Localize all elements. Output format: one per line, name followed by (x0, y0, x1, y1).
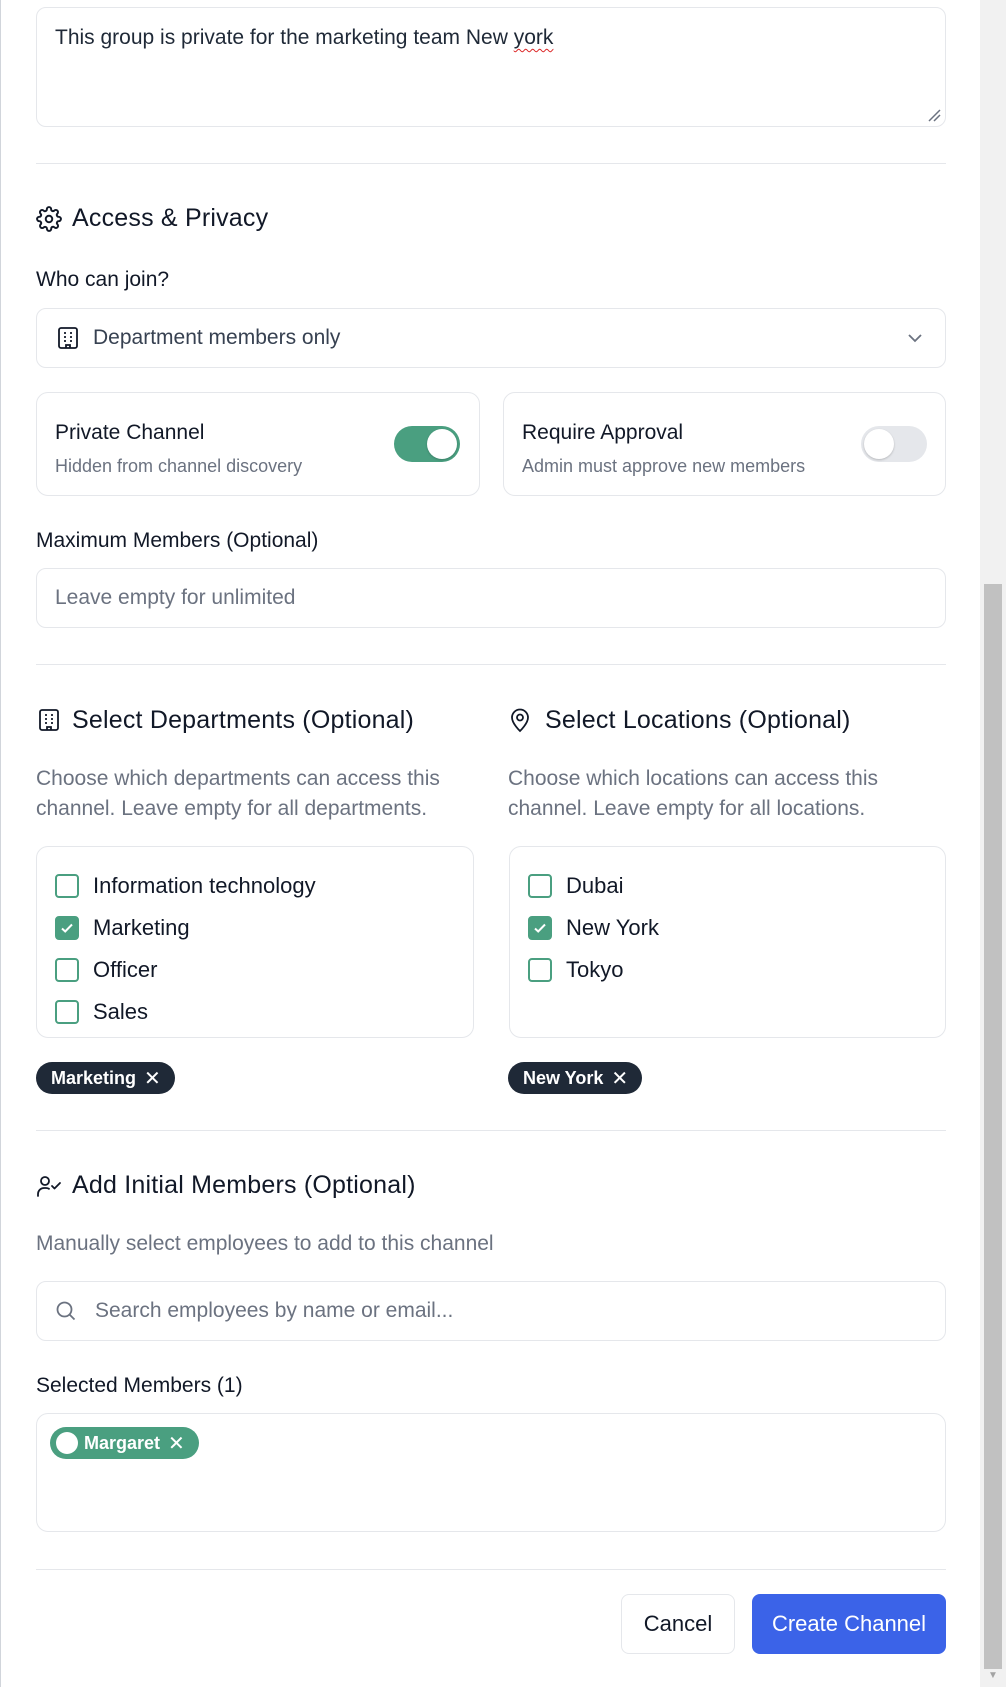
departments-checklist: Information technology Marketing Officer… (36, 846, 474, 1038)
department-option-sales[interactable]: Sales (55, 991, 455, 1033)
divider (36, 1130, 946, 1131)
require-approval-subtitle: Admin must approve new members (522, 456, 806, 476)
member-chip-margaret: Margaret ✕ (50, 1427, 199, 1459)
location-chip-new-york: New York ✕ (508, 1062, 643, 1094)
description-misspelled-word: york (513, 26, 554, 49)
locations-title: Select Locations (Optional) (545, 706, 851, 734)
checkbox-checked[interactable] (55, 916, 79, 940)
scroll-down-arrow-icon[interactable]: ▼ (984, 1668, 1002, 1684)
private-channel-toggle[interactable] (394, 426, 460, 462)
members-title: Add Initial Members (Optional) (72, 1171, 416, 1199)
description-text: This group is private for the marketing … (55, 26, 514, 49)
close-icon[interactable]: ✕ (611, 1066, 628, 1091)
private-channel-title: Private Channel (55, 421, 205, 444)
who-can-join-value: Department members only (93, 326, 341, 349)
building-icon (58, 327, 78, 349)
private-channel-subtitle: Hidden from channel discovery (55, 456, 303, 476)
access-privacy-title: Access & Privacy (72, 204, 269, 232)
selected-members-box: Margaret ✕ (36, 1413, 946, 1532)
gear-icon (36, 206, 62, 232)
cancel-button[interactable]: Cancel (621, 1594, 735, 1654)
location-option-new-york[interactable]: New York (528, 907, 927, 949)
checkbox[interactable] (55, 1000, 79, 1024)
toggle-knob (427, 429, 457, 459)
location-option-tokyo[interactable]: Tokyo (528, 949, 927, 991)
scrollbar-thumb[interactable] (984, 584, 1002, 1669)
department-option-officer[interactable]: Officer (55, 949, 455, 991)
who-can-join-select[interactable]: Department members only (36, 308, 946, 368)
require-approval-card: Require Approval Admin must approve new … (503, 392, 946, 496)
location-option-dubai[interactable]: Dubai (528, 865, 927, 907)
chevron-down-icon (908, 334, 922, 343)
user-check-icon (37, 1176, 61, 1197)
require-approval-toggle[interactable] (861, 426, 927, 462)
resize-grip-icon[interactable] (927, 108, 941, 122)
avatar (56, 1432, 78, 1454)
description-textarea[interactable]: This group is private for the marketing … (36, 7, 946, 127)
check-icon (534, 923, 546, 933)
max-members-placeholder: Leave empty for unlimited (55, 586, 296, 609)
map-pin-icon (511, 708, 529, 733)
divider (36, 163, 946, 164)
search-icon (56, 1301, 76, 1321)
check-icon (61, 923, 73, 933)
location-label: Dubai (566, 873, 624, 898)
department-label: Sales (93, 999, 149, 1024)
chip-label: Margaret (84, 1432, 161, 1453)
who-can-join-label: Who can join? (36, 268, 170, 291)
checkbox[interactable] (55, 958, 79, 982)
checkbox-checked[interactable] (528, 916, 552, 940)
member-search-input[interactable]: Search employees by name or email... (36, 1281, 946, 1341)
members-description: Manually select employees to add to this… (36, 1232, 494, 1255)
department-label: Marketing (93, 915, 190, 940)
close-icon[interactable]: ✕ (168, 1431, 185, 1456)
private-channel-card: Private Channel Hidden from channel disc… (36, 392, 480, 496)
max-members-label: Maximum Members (Optional) (36, 529, 319, 552)
building-icon (39, 709, 59, 731)
create-channel-button[interactable]: Create Channel (752, 1594, 946, 1654)
department-option-marketing[interactable]: Marketing (55, 907, 455, 949)
checkbox[interactable] (55, 874, 79, 898)
locations-checklist: Dubai New York Tokyo (509, 846, 946, 1038)
toggle-knob (864, 429, 894, 459)
checkbox[interactable] (528, 958, 552, 982)
max-members-input[interactable]: Leave empty for unlimited (36, 568, 946, 628)
department-label: Information technology (93, 873, 316, 898)
divider (36, 664, 946, 665)
divider (36, 1569, 946, 1570)
location-label: New York (566, 915, 659, 940)
selected-members-label: Selected Members (1) (36, 1374, 243, 1397)
department-label: Officer (93, 957, 158, 982)
departments-title: Select Departments (Optional) (72, 706, 415, 734)
checkbox[interactable] (528, 874, 552, 898)
departments-description: Choose which departments can access this… (36, 767, 440, 820)
department-option-information-technology[interactable]: Information technology (55, 865, 455, 907)
chip-label: New York (523, 1067, 604, 1088)
locations-description: Choose which locations can access this c… (508, 767, 879, 820)
department-chip-marketing: Marketing ✕ (36, 1062, 175, 1094)
left-border (0, 0, 1, 1687)
require-approval-title: Require Approval (522, 421, 684, 444)
location-label: Tokyo (566, 957, 624, 982)
member-search-placeholder: Search employees by name or email... (95, 1299, 454, 1322)
close-icon[interactable]: ✕ (144, 1066, 161, 1091)
chip-label: Marketing (51, 1067, 137, 1088)
